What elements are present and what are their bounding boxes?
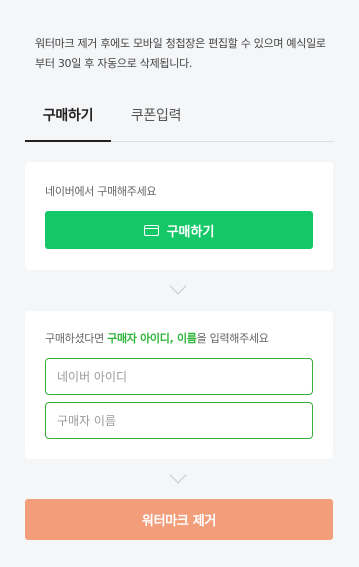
verify-label-highlight: 구매자 아이디, 이름: [107, 332, 197, 345]
purchase-button[interactable]: 구매하기: [45, 211, 313, 249]
tab-coupon[interactable]: 쿠폰입력: [125, 105, 187, 142]
notice-text: 워터마크 제거 후에도 모바일 청첩장은 편집할 수 있으며 예식일로부터 30…: [35, 37, 326, 70]
credit-card-icon: [143, 224, 159, 236]
verify-card: 구매하셨다면 구매자 아이디, 이름을 입력해주세요: [25, 311, 333, 459]
remove-watermark-button[interactable]: 워터마크 제거: [25, 499, 333, 540]
tab-bar: 구매하기 쿠폰입력: [25, 100, 334, 142]
buyer-name-input[interactable]: [45, 402, 313, 439]
purchase-instruction: 네이버에서 구매해주세요: [45, 185, 157, 198]
verify-label-suffix: 을 입력해주세요: [196, 332, 269, 345]
chevron-down-icon: [169, 277, 187, 295]
chevron-down-icon: [169, 466, 187, 484]
verify-label-prefix: 구매하셨다면: [45, 332, 108, 345]
purchase-card: 네이버에서 구매해주세요 구매하기: [25, 162, 333, 270]
verify-instruction: 구매하셨다면 구매자 아이디, 이름을 입력해주세요: [45, 330, 269, 346]
purchase-button-label: 구매하기: [166, 224, 215, 240]
naver-id-input[interactable]: [45, 358, 313, 395]
tab-purchase[interactable]: 구매하기: [25, 105, 111, 142]
